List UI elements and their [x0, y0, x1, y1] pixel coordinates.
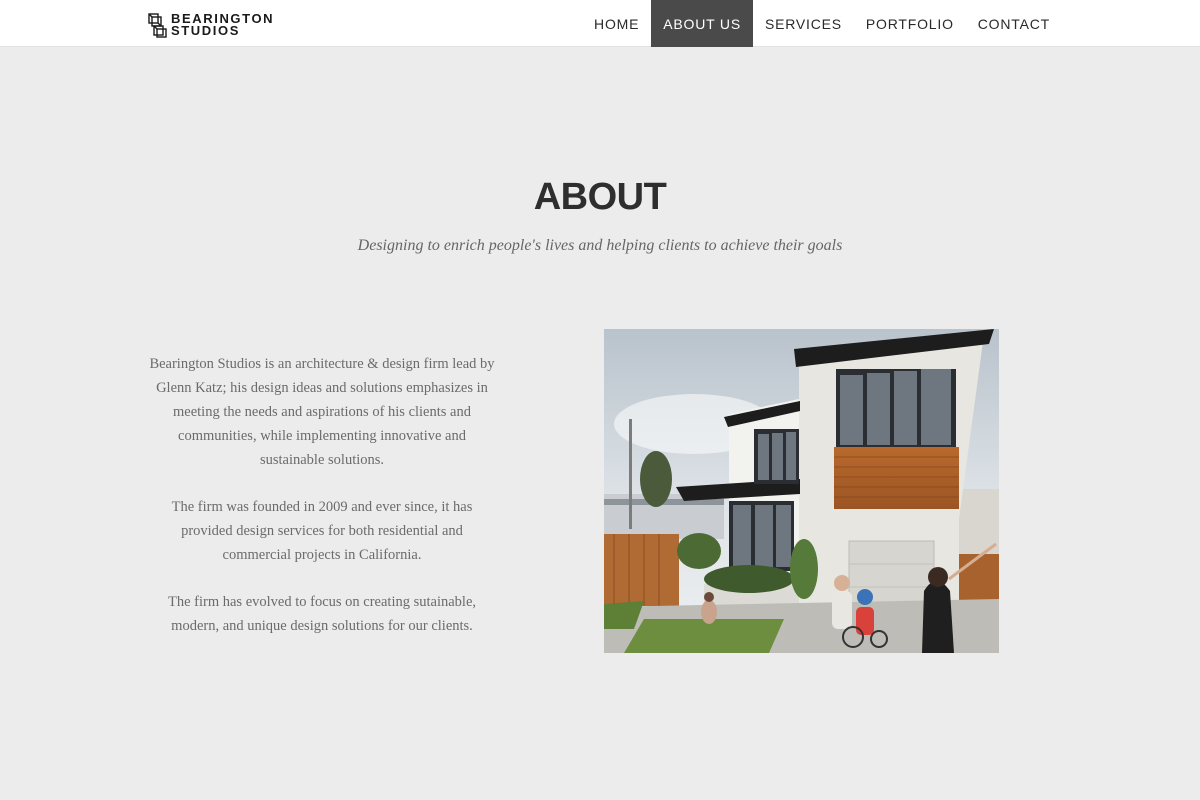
brand-logo[interactable]: BEARINGTON STUDIOS	[148, 11, 274, 38]
nav-about-us[interactable]: ABOUT US	[651, 0, 753, 47]
cube-logo-icon	[148, 12, 167, 38]
house-rendering-image	[604, 329, 999, 653]
about-description: Bearington Studios is an architecture & …	[148, 352, 496, 661]
house-illustration	[604, 329, 999, 653]
nav-list: HOME ABOUT US SERVICES PORTFOLIO CONTACT	[582, 0, 1062, 47]
page-tagline: Designing to enrich people's lives and h…	[357, 237, 843, 254]
site-header: BEARINGTON STUDIOS HOME ABOUT US SERVICE…	[0, 0, 1200, 47]
about-paragraph: Bearington Studios is an architecture & …	[149, 356, 495, 468]
nav-home[interactable]: HOME	[582, 0, 651, 47]
page-title: ABOUT	[533, 176, 667, 218]
nav-contact[interactable]: CONTACT	[966, 0, 1062, 47]
nav-services[interactable]: SERVICES	[753, 0, 854, 47]
nav-portfolio[interactable]: PORTFOLIO	[854, 0, 966, 47]
brand-name: BEARINGTON STUDIOS	[171, 12, 274, 38]
brand-name-line2: STUDIOS	[171, 22, 240, 38]
about-paragraph: The firm was founded in 2009 and ever si…	[171, 499, 473, 563]
about-paragraph: The firm has evolved to focus on creatin…	[167, 594, 477, 634]
